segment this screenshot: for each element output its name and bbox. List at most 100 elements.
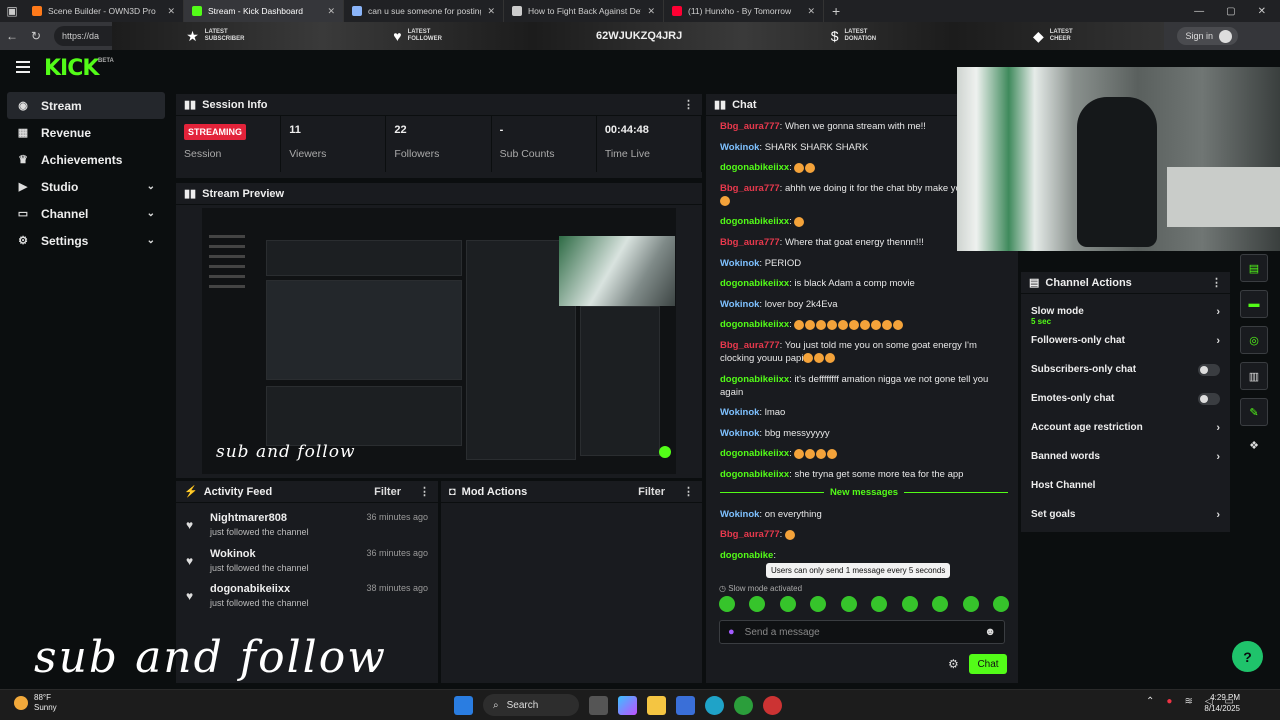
sidebar-item-achievements[interactable]: ♛ Achievements — [7, 146, 165, 173]
rail-plugin-icon[interactable]: ❖ — [1240, 434, 1268, 456]
chat-username[interactable]: dogonabikeiixx — [720, 162, 789, 173]
rail-tools-icon[interactable]: ✎ — [1240, 398, 1268, 426]
close-window-icon[interactable]: ✕ — [1258, 6, 1266, 17]
tab-close-icon[interactable]: ✕ — [647, 6, 655, 17]
channel-action-set-goals[interactable]: Set goals › — [1021, 500, 1230, 529]
tab-close-icon[interactable]: ✕ — [167, 6, 175, 17]
reload-icon[interactable]: ↻ — [24, 29, 48, 43]
tab-close-icon[interactable]: ✕ — [807, 6, 815, 17]
back-icon[interactable]: ← — [0, 29, 24, 43]
app-icon[interactable] — [763, 695, 782, 715]
more-options-icon[interactable]: ⋮ — [683, 98, 694, 111]
chat-username[interactable]: Wokinok — [720, 428, 759, 439]
stream-preview-video[interactable]: sub and follow — [202, 208, 676, 474]
mic-icon[interactable]: ● — [728, 626, 735, 638]
rail-session-icon[interactable]: ▤ — [1240, 254, 1268, 282]
channel-action-subscribers-only-chat[interactable]: Subscribers-only chat — [1021, 355, 1230, 384]
chat-username[interactable]: Wokinok — [720, 299, 759, 310]
chat-username[interactable]: Wokinok — [720, 407, 759, 418]
chevron-up-icon[interactable]: ⌃ — [1146, 696, 1154, 707]
channel-action-slow-mode[interactable]: Slow mode 5 sec › — [1021, 297, 1230, 327]
chat-username[interactable]: Bbg_aura777 — [720, 183, 780, 194]
tab-menu-icon[interactable]: ▣ — [0, 4, 24, 18]
taskbar-clock[interactable]: 4:29 PM 8/14/2025 — [1204, 692, 1240, 714]
channel-action-banned-words[interactable]: Banned words › — [1021, 442, 1230, 471]
feed-username[interactable]: Wokinok — [210, 548, 309, 560]
chat-username[interactable]: dogonabikeiixx — [720, 469, 789, 480]
chat-username[interactable]: dogonabikeiixx — [720, 216, 789, 227]
chat-settings-icon[interactable]: ⚙ — [948, 657, 959, 671]
sidebar-item-studio[interactable]: ▶ Studio ⌄ — [7, 173, 165, 200]
toggle-switch[interactable] — [1198, 363, 1220, 376]
emote-icon[interactable] — [871, 596, 888, 612]
more-options-icon[interactable]: ⋮ — [1211, 276, 1222, 289]
chat-username[interactable]: dogonabikeiixx — [720, 278, 789, 289]
chevron-right-icon[interactable]: › — [1216, 509, 1220, 521]
minimize-icon[interactable]: — — [1194, 6, 1204, 17]
chat-username[interactable]: dogonabikeiixx — [720, 448, 789, 459]
browser-tab[interactable]: can u sue someone for posting y ✕ — [344, 0, 504, 22]
windows-start-icon[interactable] — [454, 695, 473, 715]
mic-tray-icon[interactable]: ● — [1166, 696, 1172, 707]
toggle-switch[interactable] — [1198, 392, 1220, 405]
feed-username[interactable]: dogonabikeiixx — [210, 583, 309, 595]
tab-close-icon[interactable]: ✕ — [487, 6, 495, 17]
task-view-icon[interactable] — [589, 695, 608, 715]
browser-tab[interactable]: How to Fight Back Against Defan ✕ — [504, 0, 664, 22]
chat-username[interactable]: Bbg_aura777 — [720, 529, 780, 540]
filter-button[interactable]: Filter — [374, 486, 401, 498]
copilot-icon[interactable] — [618, 695, 637, 715]
sidebar-item-settings[interactable]: ⚙ Settings ⌄ — [7, 227, 165, 254]
chevron-down-icon[interactable]: ⌄ — [147, 208, 155, 219]
emote-icon[interactable] — [962, 596, 979, 612]
chat-username[interactable]: Bbg_aura777 — [720, 340, 780, 351]
chat-username[interactable]: Wokinok — [720, 142, 759, 153]
emote-icon[interactable] — [901, 596, 918, 612]
chat-username[interactable]: dogonabikeiixx — [720, 319, 789, 330]
rail-chat-icon[interactable]: ▬ — [1240, 290, 1268, 318]
chat-username[interactable]: Bbg_aura777 — [720, 237, 780, 248]
chevron-right-icon[interactable]: › — [1216, 306, 1220, 318]
sidebar-item-revenue[interactable]: ▦ Revenue — [7, 119, 165, 146]
channel-action-emotes-only-chat[interactable]: Emotes-only chat — [1021, 384, 1230, 413]
wifi-icon[interactable]: ≋ — [1184, 696, 1192, 707]
weather-widget[interactable]: 88°F Sunny — [14, 693, 57, 713]
emote-icon[interactable] — [779, 596, 796, 612]
emoji-icon[interactable]: ☻ — [984, 626, 996, 638]
emote-icon[interactable] — [992, 596, 1009, 612]
chevron-right-icon[interactable]: › — [1216, 451, 1220, 463]
chevron-down-icon[interactable]: ⌄ — [147, 181, 155, 192]
chevron-right-icon[interactable]: › — [1216, 335, 1220, 347]
chat-username[interactable]: dogonabikeiixx — [720, 374, 789, 385]
xbox-icon[interactable] — [734, 695, 753, 715]
sign-in-button[interactable]: Sign in — [1177, 27, 1238, 45]
sidebar-item-channel[interactable]: ▭ Channel ⌄ — [7, 200, 165, 227]
rail-layout-icon[interactable]: ▥ — [1240, 362, 1268, 390]
file-explorer-icon[interactable] — [647, 695, 666, 715]
browser-tab[interactable]: Scene Builder - OWN3D Pro ✕ — [24, 0, 184, 22]
edge-icon[interactable] — [705, 695, 724, 715]
taskbar-search[interactable]: ⌕ Search — [483, 694, 579, 716]
emote-icon[interactable] — [840, 596, 857, 612]
rail-broadcast-icon[interactable]: ◎ — [1240, 326, 1268, 354]
emote-icon[interactable] — [719, 596, 735, 612]
feed-username[interactable]: Nightmarer808 — [210, 512, 309, 524]
chat-username[interactable]: dogonabike — [720, 550, 773, 561]
chat-username[interactable]: Wokinok — [720, 258, 759, 269]
chevron-down-icon[interactable]: ⌄ — [147, 235, 155, 246]
kick-logo[interactable]: KICK — [44, 56, 99, 81]
sidebar-item-stream[interactable]: ◉ Stream — [7, 92, 165, 119]
help-button[interactable]: ? — [1232, 641, 1263, 672]
chat-username[interactable]: Wokinok — [720, 509, 759, 520]
chat-send-button[interactable]: Chat — [969, 654, 1007, 674]
emote-icon[interactable] — [749, 596, 766, 612]
browser-tab[interactable]: Stream - Kick Dashboard ✕ — [184, 0, 344, 22]
channel-action-followers-only-chat[interactable]: Followers-only chat › — [1021, 326, 1230, 355]
more-options-icon[interactable]: ⋮ — [683, 485, 694, 498]
channel-action-host-channel[interactable]: Host Channel — [1021, 471, 1230, 500]
new-tab-button[interactable]: + — [832, 3, 840, 19]
emote-icon[interactable] — [810, 596, 827, 612]
chevron-right-icon[interactable]: › — [1216, 422, 1220, 434]
more-options-icon[interactable]: ⋮ — [419, 485, 430, 498]
chat-input[interactable]: ● Send a message ☻ — [719, 620, 1005, 644]
